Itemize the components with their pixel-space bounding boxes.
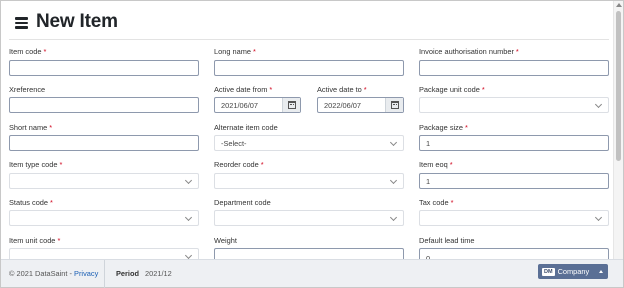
active-date-from-picker-button[interactable] bbox=[282, 98, 300, 112]
package-size-input[interactable]: 1 bbox=[419, 135, 609, 151]
active-date-from-label: Active date from * bbox=[214, 85, 273, 94]
package-unit-code-select[interactable] bbox=[419, 97, 609, 113]
page-header: New Item bbox=[9, 9, 118, 35]
chevron-down-icon bbox=[184, 251, 193, 259]
item-unit-code-select[interactable] bbox=[9, 248, 199, 259]
chevron-down-icon bbox=[184, 176, 193, 185]
privacy-link[interactable]: Privacy bbox=[74, 269, 98, 278]
active-date-to-picker-button[interactable] bbox=[385, 98, 403, 112]
package-size-label: Package size * bbox=[419, 123, 468, 132]
active-date-to-value: 2022/06/07 bbox=[324, 100, 361, 110]
header-divider bbox=[9, 39, 609, 40]
tax-code-select[interactable] bbox=[419, 210, 609, 226]
chevron-down-icon bbox=[389, 213, 398, 222]
short-name-input[interactable] bbox=[9, 135, 199, 151]
calendar-icon bbox=[287, 101, 296, 109]
item-eoq-label: Item eoq * bbox=[419, 160, 453, 169]
scrollbar-thumb[interactable] bbox=[616, 11, 621, 161]
company-label: Company bbox=[557, 267, 590, 276]
item-type-code-select[interactable] bbox=[9, 173, 199, 189]
invoice-auth-number-label: Invoice authorisation number * bbox=[419, 47, 519, 56]
item-code-label: Item code * bbox=[9, 47, 47, 56]
period-label: Period bbox=[116, 269, 139, 278]
alternate-item-code-select[interactable]: -Select- bbox=[214, 135, 404, 151]
company-badge: DM bbox=[542, 267, 555, 276]
chevron-down-icon bbox=[184, 213, 193, 222]
xreference-input[interactable] bbox=[9, 97, 199, 113]
hamburger-icon[interactable] bbox=[15, 17, 28, 29]
active-date-to-label: Active date to * bbox=[317, 85, 367, 94]
active-date-from-value: 2021/06/07 bbox=[221, 100, 258, 110]
footer-divider bbox=[104, 260, 105, 288]
reorder-code-select[interactable] bbox=[214, 173, 404, 189]
status-code-label: Status code * bbox=[9, 198, 53, 207]
item-type-code-label: Item type code * bbox=[9, 160, 63, 169]
invoice-auth-number-input[interactable] bbox=[419, 60, 609, 76]
item-unit-code-label: Item unit code * bbox=[9, 236, 61, 245]
xreference-label: Xreference bbox=[9, 85, 46, 94]
chevron-down-icon bbox=[389, 138, 398, 147]
alternate-item-code-label: Alternate item code bbox=[214, 123, 278, 132]
tax-code-label: Tax code * bbox=[419, 198, 454, 207]
item-form: Item code * Long name * Invoice authorisat… bbox=[1, 41, 614, 259]
period-indicator: Period 2021/12 bbox=[116, 269, 172, 278]
long-name-label: Long name * bbox=[214, 47, 256, 56]
item-eoq-input[interactable]: 1 bbox=[419, 173, 609, 189]
chevron-down-icon bbox=[594, 213, 603, 222]
weight-label: Weight bbox=[214, 236, 237, 245]
alternate-item-code-value: -Select- bbox=[221, 138, 247, 148]
page-title: New Item bbox=[36, 11, 118, 32]
item-code-input[interactable] bbox=[9, 60, 199, 76]
company-button[interactable]: DM Company bbox=[538, 264, 608, 279]
weight-input[interactable] bbox=[214, 248, 404, 259]
vertical-scrollbar[interactable] bbox=[613, 1, 623, 259]
copyright-text: © 2021 DataSaint - Privacy bbox=[9, 269, 98, 278]
default-lead-time-input[interactable]: 0 bbox=[419, 248, 609, 259]
default-lead-time-label: Default lead time bbox=[419, 236, 475, 245]
scroll-up-arrow-icon[interactable] bbox=[616, 3, 622, 7]
calendar-icon bbox=[390, 101, 399, 109]
chevron-down-icon bbox=[389, 176, 398, 185]
reorder-code-label: Reorder code * bbox=[214, 160, 264, 169]
department-code-select[interactable] bbox=[214, 210, 404, 226]
app-window: New Item Item code * Long name * Invoice a… bbox=[0, 0, 624, 288]
copyright-label: © 2021 DataSaint - bbox=[9, 269, 75, 278]
short-name-label: Short name * bbox=[9, 123, 53, 132]
period-value: 2021/12 bbox=[145, 269, 172, 278]
department-code-label: Department code bbox=[214, 198, 271, 207]
status-code-select[interactable] bbox=[9, 210, 199, 226]
active-date-from-input[interactable]: 2021/06/07 bbox=[214, 97, 301, 113]
caret-up-icon bbox=[599, 270, 603, 273]
active-date-to-input[interactable]: 2022/06/07 bbox=[317, 97, 404, 113]
chevron-down-icon bbox=[594, 100, 603, 109]
package-unit-code-label: Package unit code * bbox=[419, 85, 485, 94]
long-name-input[interactable] bbox=[214, 60, 404, 76]
footer: © 2021 DataSaint - Privacy Period 2021/12… bbox=[1, 259, 623, 288]
